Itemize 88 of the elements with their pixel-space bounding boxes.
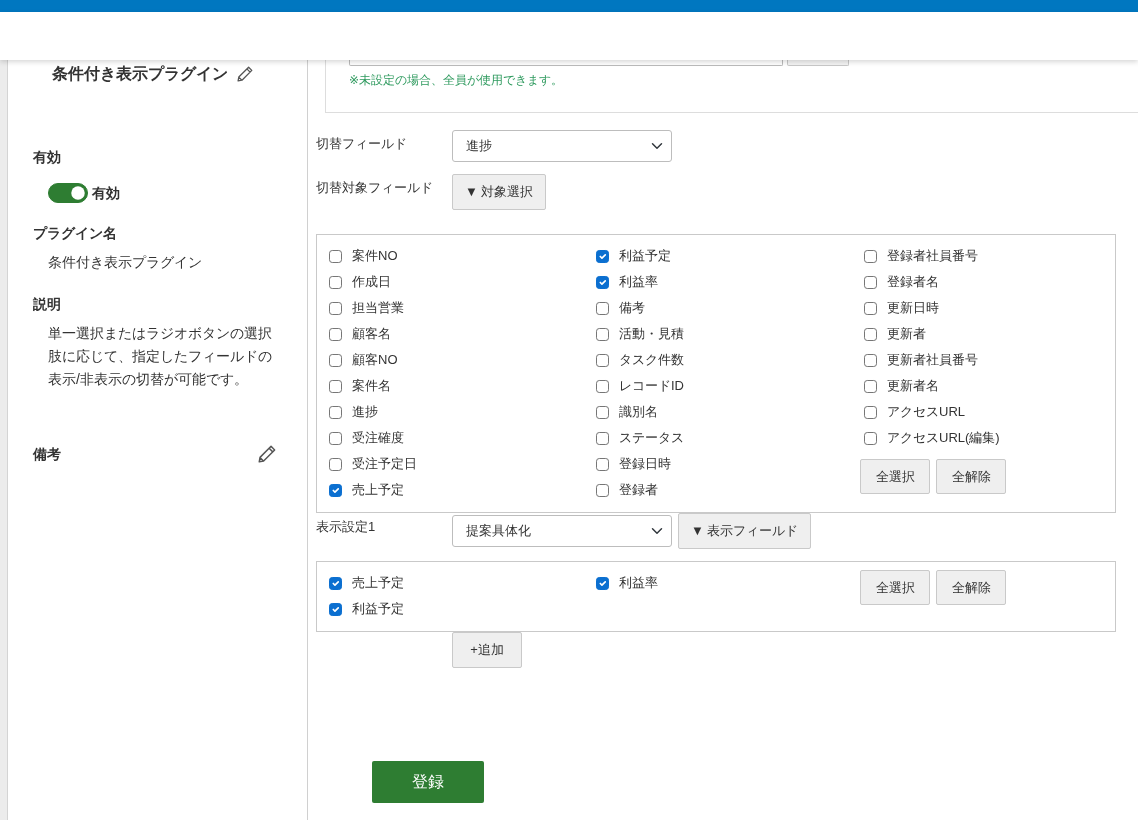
display-fields-button[interactable]: ▼ 表示フィールド <box>678 513 812 549</box>
pencil-icon[interactable] <box>258 445 276 463</box>
toggle-label[interactable]: 有効 <box>92 183 120 203</box>
checkbox[interactable] <box>864 431 877 445</box>
checkbox[interactable] <box>596 379 609 393</box>
pencil-icon[interactable] <box>237 66 253 82</box>
checkbox-label[interactable]: 登録者社員番号 <box>887 247 978 265</box>
checkbox[interactable] <box>864 249 877 263</box>
dropdown[interactable]: 進捗 <box>452 130 672 162</box>
checkbox-label[interactable]: 利益率 <box>619 273 658 291</box>
checkbox-label[interactable]: 売上予定 <box>352 481 404 499</box>
plugin-title: 条件付き表示プラグイン <box>52 64 228 84</box>
add-button[interactable]: +追加 <box>452 632 522 668</box>
checkbox[interactable] <box>596 301 609 315</box>
checkbox-label[interactable]: 案件NO <box>352 247 398 265</box>
checkbox[interactable] <box>596 405 609 419</box>
checkbox[interactable] <box>596 431 609 445</box>
checkbox[interactable] <box>596 249 609 263</box>
checkbox-label[interactable]: 更新日時 <box>887 299 939 317</box>
checkbox[interactable] <box>329 405 342 419</box>
checkbox-label[interactable]: アクセスURL <box>887 403 965 421</box>
checkbox[interactable] <box>329 275 342 289</box>
checkbox-label[interactable]: 顧客NO <box>352 351 398 369</box>
checkbox-label[interactable]: レコードID <box>619 377 684 395</box>
checkbox[interactable] <box>329 457 342 471</box>
checkbox[interactable] <box>329 327 342 341</box>
checkbox[interactable] <box>596 275 609 289</box>
checkbox-label[interactable]: 登録者 <box>619 481 658 499</box>
checkbox-label[interactable]: 進捗 <box>352 403 378 421</box>
hint-text: ※未設定の場合、全員が使用できます。 <box>349 72 565 88</box>
checkbox-label[interactable]: 登録日時 <box>619 455 671 473</box>
field-label: 切替フィールド <box>316 135 408 153</box>
checkbox[interactable] <box>864 379 877 393</box>
clear-all-button[interactable]: 全解除 <box>936 459 1006 494</box>
checkbox[interactable] <box>864 353 877 367</box>
checkbox[interactable] <box>596 327 609 341</box>
checkbox[interactable] <box>864 405 877 419</box>
checkbox[interactable] <box>329 483 342 497</box>
checkbox-label[interactable]: 受注予定日 <box>352 455 417 473</box>
checkbox[interactable] <box>329 249 342 263</box>
dropdown[interactable]: 提案具体化 <box>452 515 672 547</box>
checkbox[interactable] <box>329 301 342 315</box>
checkbox-label[interactable]: 利益予定 <box>619 247 671 265</box>
checkbox-label[interactable]: 利益率 <box>619 574 658 592</box>
register-button[interactable]: 登録 <box>372 761 484 803</box>
select-all-button[interactable]: 全選択 <box>860 459 930 494</box>
checkbox-label[interactable]: 識別名 <box>619 403 658 421</box>
checkbox-label[interactable]: 備考 <box>619 299 645 317</box>
section-label: プラグイン名 <box>33 224 118 243</box>
checkbox-label[interactable]: アクセスURL(編集) <box>887 429 1000 447</box>
input-field[interactable] <box>349 60 783 66</box>
section-label: 備考 <box>33 445 61 464</box>
section-label: 説明 <box>33 295 62 314</box>
checkbox[interactable] <box>864 275 877 289</box>
section-label: 有効 <box>33 148 62 167</box>
checkbox-label[interactable]: ステータス <box>619 429 684 447</box>
checkbox[interactable] <box>329 379 342 393</box>
checkbox[interactable] <box>329 576 342 590</box>
checkbox-label[interactable]: 更新者社員番号 <box>887 351 978 369</box>
section-value: 条件付き表示プラグイン <box>48 253 203 272</box>
checkbox-label[interactable]: 更新者名 <box>887 377 939 395</box>
checkbox-label[interactable]: 顧客名 <box>352 325 391 343</box>
checkbox-label[interactable]: 作成日 <box>352 273 391 291</box>
checkbox[interactable] <box>864 301 877 315</box>
section-value: 単一選択またはラジオボタンの選択肢に応じて、指定したフィールドの表示/非表示の切替が可能です。 <box>48 324 273 389</box>
toggle-switch[interactable] <box>48 183 88 203</box>
select-all-button[interactable]: 全選択 <box>860 570 930 605</box>
checkbox-label[interactable]: 活動・見積 <box>619 325 684 343</box>
checkbox-label[interactable]: 受注確度 <box>352 429 404 447</box>
checkbox-label[interactable]: 利益予定 <box>352 600 404 618</box>
field-label: 表示設定1 <box>316 518 377 536</box>
checkbox-label[interactable]: 担当営業 <box>352 299 404 317</box>
checkbox[interactable] <box>329 431 342 445</box>
target-select-button[interactable]: ▼ 対象選択 <box>452 174 547 210</box>
checkbox[interactable] <box>329 353 342 367</box>
checkbox[interactable] <box>329 602 342 616</box>
checkbox[interactable] <box>596 483 609 497</box>
checkbox-label[interactable]: タスク件数 <box>619 351 684 369</box>
checkbox[interactable] <box>596 576 609 590</box>
checkbox-label[interactable]: 売上予定 <box>352 574 404 592</box>
checkbox[interactable] <box>596 457 609 471</box>
checkbox-label[interactable]: 案件名 <box>352 377 391 395</box>
checkbox-label[interactable]: 登録者名 <box>887 273 939 291</box>
clear-all-button[interactable]: 全解除 <box>936 570 1006 605</box>
checkbox[interactable] <box>596 353 609 367</box>
checkbox[interactable] <box>864 327 877 341</box>
field-label: 切替対象フィールド <box>316 179 434 197</box>
checkbox-label[interactable]: 更新者 <box>887 325 926 343</box>
